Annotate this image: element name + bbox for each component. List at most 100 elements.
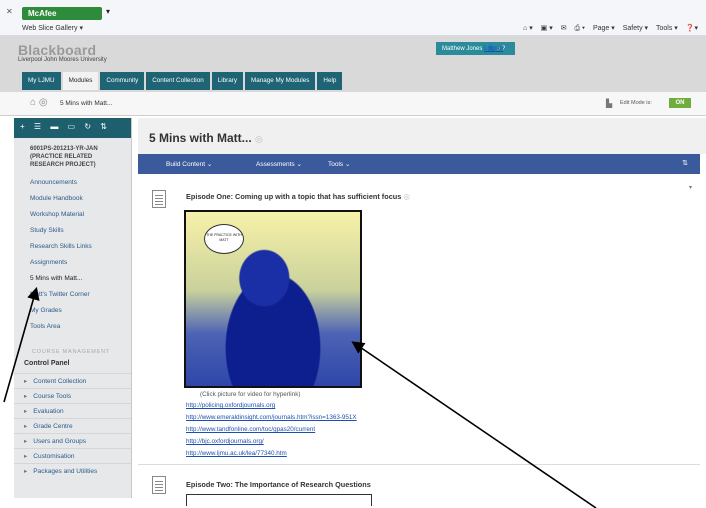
document-icon — [152, 476, 166, 494]
tab-library[interactable]: Library — [211, 72, 243, 90]
window-icon[interactable]: ▭ — [68, 122, 76, 131]
link-ljmu[interactable]: http://www.ljmu.ac.uk/lea/77340.htm — [186, 450, 287, 457]
university-name: Liverpool John Moores University — [18, 57, 107, 63]
user-bar: Matthew Jones 👤 ⌂ ? Logout — [436, 42, 515, 55]
content-header: 5 Mins with Matt... ◎ — [138, 118, 706, 154]
panel-item-label: Grade Centre — [33, 423, 73, 430]
add-icon[interactable]: + — [20, 122, 25, 131]
panel-item-label: Customisation — [33, 453, 75, 460]
mail-icon[interactable]: ✉ — [561, 25, 567, 32]
course-title[interactable]: 6001PS-201213-YR-JAN (PRACTICE RELATED R… — [14, 138, 131, 175]
print-icon[interactable]: ⎙ ▾ — [575, 25, 586, 32]
link-policing[interactable]: http://policing.oxfordjournals.org — [186, 402, 275, 409]
breadcrumb-current[interactable]: 5 Mins with Matt... — [60, 100, 112, 107]
feeds-icon[interactable]: ▣ ▾ — [541, 25, 553, 32]
sidebar-item-twitter-corner[interactable]: Matt's Twitter Corner — [14, 287, 131, 303]
episode-one-title-text: Episode One: Coming up with a topic that… — [186, 192, 402, 201]
build-content-button[interactable]: Build Content ⌄ — [166, 160, 212, 168]
panel-item-customisation[interactable]: ▸ Customisation — [14, 448, 131, 463]
bookmark-icon[interactable]: ▙ — [606, 99, 612, 108]
panel-item-label: Course Tools — [33, 393, 72, 400]
panel-item-label: Content Collection — [33, 378, 87, 385]
tab-content-collection[interactable]: Content Collection — [146, 72, 210, 90]
speech-bubble: THE PRACTICE WITH MATT — [204, 224, 244, 254]
mcafee-button[interactable]: McAfee — [22, 7, 102, 20]
tools-button[interactable]: Tools ⌄ — [328, 160, 350, 168]
folder-icon[interactable]: ▬ — [50, 122, 58, 131]
episode-two-thumbnail[interactable] — [186, 494, 372, 506]
content-area: 5 Mins with Matt... ◎ Build Content ⌄ As… — [138, 118, 706, 508]
link-emerald[interactable]: http://www.emeraldinsight.com/journals.h… — [186, 414, 357, 421]
sidebar-item-study-skills[interactable]: Study Skills — [14, 223, 131, 239]
page-title: 5 Mins with Matt... ◎ — [149, 131, 263, 145]
sidebar-item-assignments[interactable]: Assignments — [14, 255, 131, 271]
chevron-down-icon[interactable]: ▾ — [689, 184, 692, 191]
chevron-right-icon: ▸ — [24, 423, 28, 430]
panel-item-content-collection[interactable]: ▸ Content Collection — [14, 373, 131, 388]
assessments-button[interactable]: Assessments ⌄ — [256, 160, 302, 168]
refresh-icon[interactable]: ↻ — [84, 122, 91, 131]
tab-my-ljmu[interactable]: My LJMU — [22, 72, 61, 90]
tab-modules[interactable]: Modules — [62, 72, 99, 90]
episode-two-title[interactable]: Episode Two: The Importance of Research … — [186, 480, 371, 489]
edit-mode-toggle[interactable]: ON — [669, 98, 691, 108]
chevron-down-icon[interactable]: ▾ — [106, 7, 110, 16]
chevron-right-icon: ▸ — [24, 453, 28, 460]
content-item-episode-two: Episode Two: The Importance of Research … — [138, 468, 700, 508]
link-tandfonline[interactable]: http://www.tandfonline.com/toc/gpas20/cu… — [186, 426, 315, 433]
edit-mode-label: Edit Mode is: — [620, 100, 652, 106]
panel-item-users-and-groups[interactable]: ▸ Users and Groups — [14, 433, 131, 448]
episode-one-title[interactable]: Episode One: Coming up with a topic that… — [186, 192, 410, 201]
browser-command-bar: ⌂ ▾ ▣ ▾ ✉ ⎙ ▾ Page ▾ Safety ▾ Tools ▾ ❓▾ — [517, 24, 698, 33]
panel-item-packages-and-utilities[interactable]: ▸ Packages and Utilities — [14, 463, 131, 478]
panel-item-grade-centre[interactable]: ▸ Grade Centre — [14, 418, 131, 433]
tab-help[interactable]: Help — [317, 72, 343, 90]
sidebar-item-5-mins-with-matt[interactable]: 5 Mins with Matt... — [14, 271, 131, 287]
panel-item-label: Evaluation — [33, 408, 64, 415]
panel-item-label: Users and Groups — [33, 438, 87, 445]
page-title-text: 5 Mins with Matt... — [149, 131, 252, 145]
help-icon[interactable]: ❓▾ — [686, 25, 698, 32]
tab-manage-my-modules[interactable]: Manage My Modules — [244, 72, 316, 90]
chevron-right-icon: ▸ — [24, 468, 28, 475]
link-bjc[interactable]: http://bjc.oxfordjournals.org/ — [186, 438, 264, 445]
chevron-right-icon: ▸ — [24, 408, 28, 415]
control-panel-heading[interactable]: Control Panel — [14, 355, 131, 373]
home-icon[interactable]: ⌂ ◎ — [30, 97, 48, 108]
document-icon — [152, 190, 166, 208]
chevron-right-icon: ▸ — [24, 438, 28, 445]
sidebar-item-my-grades[interactable]: My Grades — [14, 303, 131, 319]
chevron-right-icon: ▸ — [24, 378, 28, 385]
browser-toolbar: ✕ McAfee ▾ Web Slice Gallery ▾ ⌂ ▾ ▣ ▾ ✉… — [0, 0, 706, 36]
safety-menu[interactable]: Safety ▾ — [623, 25, 648, 32]
sidebar-item-tools-area[interactable]: Tools Area — [14, 319, 131, 335]
sidebar-item-announcements[interactable]: Announcements — [14, 175, 131, 191]
close-icon[interactable]: ✕ — [6, 7, 13, 16]
home-icon[interactable]: ⌂ ▾ — [523, 25, 533, 32]
web-slice-gallery-link[interactable]: Web Slice Gallery ▾ — [22, 24, 83, 32]
chevron-right-icon: ▸ — [24, 393, 28, 400]
reorder-icon[interactable]: ⇅ — [682, 159, 688, 167]
action-bar: Build Content ⌄ Assessments ⌄ Tools ⌄ ⇅ — [138, 154, 700, 174]
list-icon[interactable]: ☰ — [34, 122, 41, 131]
sidebar-item-research-skills-links[interactable]: Research Skills Links — [14, 239, 131, 255]
main-tabs: My LJMU Modules Community Content Collec… — [22, 72, 344, 90]
video-thumbnail[interactable]: THE PRACTICE WITH MATT — [184, 210, 362, 388]
options-icon[interactable]: ◎ — [403, 192, 409, 201]
page-menu[interactable]: Page ▾ — [593, 25, 615, 32]
image-caption: (Click picture for video for hyperlink) — [200, 391, 301, 398]
panel-item-evaluation[interactable]: ▸ Evaluation — [14, 403, 131, 418]
sidebar-item-module-handbook[interactable]: Module Handbook — [14, 191, 131, 207]
panel-item-course-tools[interactable]: ▸ Course Tools — [14, 388, 131, 403]
sort-icon[interactable]: ⇅ — [100, 122, 107, 131]
options-icon[interactable]: ◎ — [255, 134, 263, 144]
tab-community[interactable]: Community — [100, 72, 145, 90]
tools-menu[interactable]: Tools ▾ — [656, 25, 678, 32]
content-item-episode-one: Episode One: Coming up with a topic that… — [138, 180, 700, 465]
panel-item-label: Packages and Utilities — [33, 468, 98, 475]
user-name[interactable]: Matthew Jones — [442, 46, 482, 52]
sidebar-item-workshop-material[interactable]: Workshop Material — [14, 207, 131, 223]
logout-link[interactable]: Logout — [484, 45, 503, 52]
menu-toolbar: + ☰ ▬ ▭ ↻ ⇅ — [14, 118, 131, 138]
course-menu: + ☰ ▬ ▭ ↻ ⇅ 6001PS-201213-YR-JAN (PRACTI… — [14, 118, 132, 498]
